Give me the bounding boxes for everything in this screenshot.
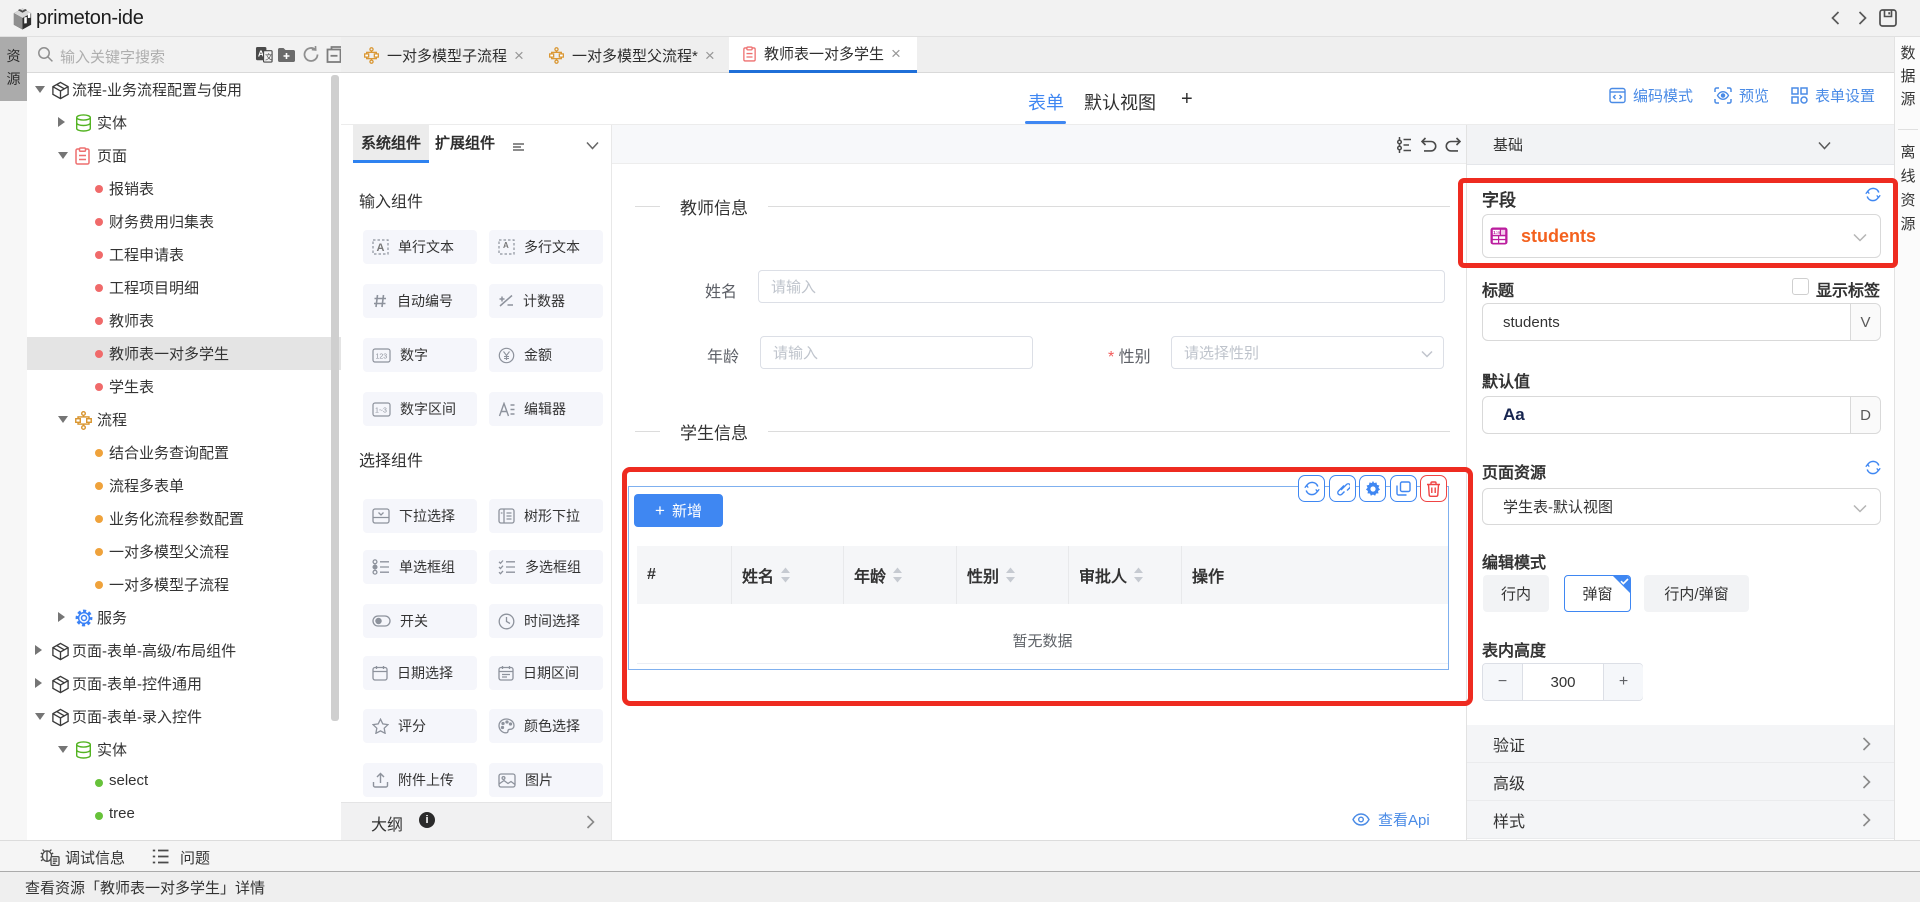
svg-text:1~3: 1~3 [375,407,387,414]
svg-text:1:n: 1:n [1493,230,1500,236]
svg-text:A: A [377,242,385,254]
svg-text:A: A [503,241,509,250]
svg-text:文: 文 [265,51,273,61]
svg-text:123: 123 [376,353,388,360]
